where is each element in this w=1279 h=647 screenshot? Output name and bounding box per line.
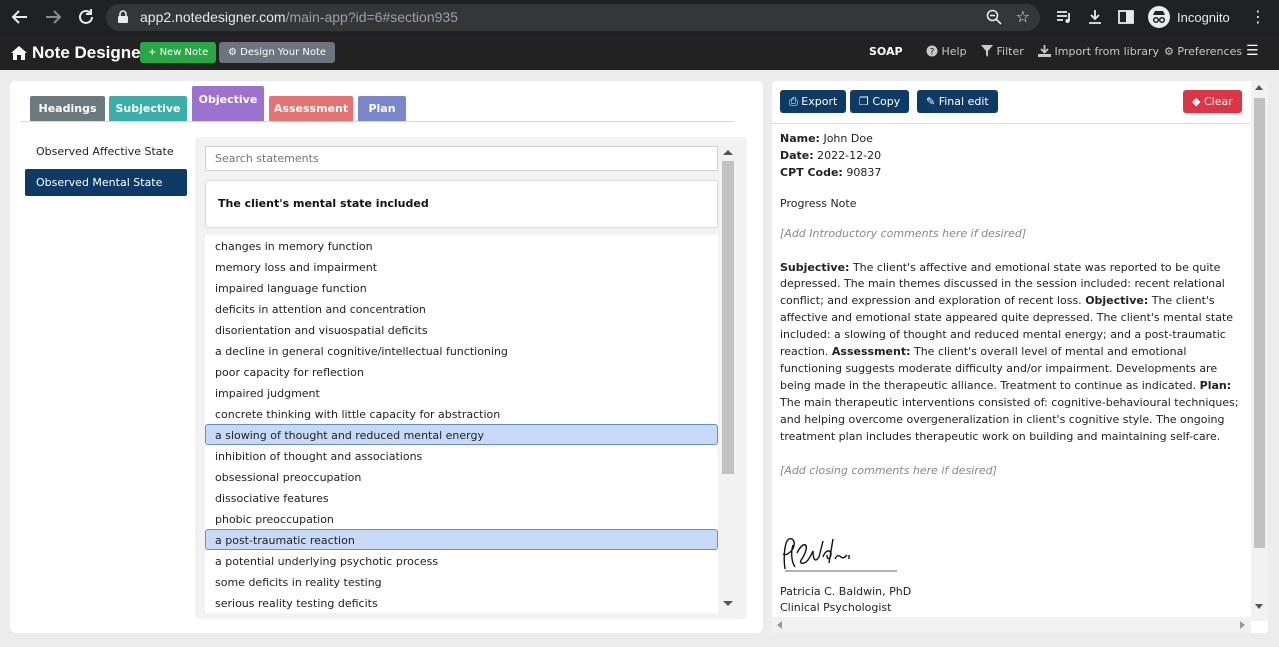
statement-item[interactable]: impaired judgment (205, 382, 718, 403)
zoom-icon[interactable] (986, 9, 1002, 25)
cogs-icon: ⚙ (228, 47, 241, 58)
statement-item[interactable]: a potential underlying psychotic process (205, 550, 718, 571)
statement-list: changes in memory function memory loss an… (205, 235, 718, 613)
statement-list-scrollbar[interactable] (721, 146, 735, 611)
statement-item[interactable]: disorientation and visuospatial deficits (205, 319, 718, 340)
help-icon: ? (926, 45, 938, 57)
tab-divider (20, 121, 734, 122)
closing-comments-placeholder[interactable]: [Add closing comments here if desired] (780, 463, 1246, 480)
kebab-menu-icon[interactable]: ⋮ (1250, 8, 1266, 26)
incognito-icon (1148, 6, 1170, 28)
search-input[interactable] (205, 146, 718, 171)
copy-button[interactable]: ❐ Copy (850, 90, 910, 113)
address-bar[interactable]: app2.notedesigner.com/main-app?id=6#sect… (106, 4, 1040, 31)
note-vertical-scrollbar[interactable] (1251, 81, 1268, 621)
back-arrow-icon[interactable] (9, 6, 31, 28)
clear-button[interactable]: ◆ Clear (1183, 90, 1242, 113)
note-paragraph: Subjective: The client's affective and e… (780, 260, 1239, 443)
soap-link[interactable]: SOAP (869, 45, 903, 58)
filter-icon (981, 45, 993, 57)
note-horizontal-scrollbar[interactable] (772, 617, 1251, 633)
statement-header: The client's mental state included (205, 180, 718, 228)
svg-text:?: ? (930, 47, 935, 57)
brand[interactable]: Note Designer (10, 43, 147, 63)
home-icon (11, 46, 27, 60)
scroll-left-arrow[interactable] (777, 621, 782, 629)
browser-toolbar: app2.notedesigner.com/main-app?id=6#sect… (0, 0, 1279, 35)
sidepanel-icon[interactable] (1117, 8, 1135, 26)
statement-item[interactable]: poor capacity for reflection (205, 361, 718, 382)
tab-plan[interactable]: Plan (358, 96, 406, 121)
statement-item[interactable]: concrete thinking with little capacity f… (205, 403, 718, 424)
download-icon[interactable] (1086, 8, 1104, 26)
edit-icon: ✎ (926, 95, 939, 108)
filter-link[interactable]: Filter (981, 45, 1024, 58)
statement-item[interactable]: dissociative features (205, 487, 718, 508)
scrollbar-thumb[interactable] (1254, 98, 1265, 548)
eraser-icon: ◆ (1192, 95, 1204, 108)
note-preview-panel: ⎙ Export ❐ Copy ✎ Final edit ◆ Clear Nam… (772, 81, 1268, 633)
profile-button[interactable]: Incognito (1148, 6, 1230, 28)
statement-builder-panel: Headings Subjective Objective Assessment… (10, 81, 763, 633)
help-link[interactable]: ? Help (926, 45, 967, 58)
import-from-library-link[interactable]: Import from library (1038, 45, 1159, 58)
statement-item[interactable]: a slowing of thought and reduced mental … (205, 424, 718, 445)
reload-icon[interactable] (75, 6, 97, 28)
profile-label: Incognito (1177, 9, 1230, 25)
scrollbar-thumb[interactable] (722, 161, 734, 474)
star-icon[interactable]: ☆ (1016, 7, 1030, 26)
note-body: Name: John Doe Date: 2022-12-20 CPT Code… (780, 131, 1246, 479)
copy-icon: ❐ (859, 95, 873, 108)
print-icon: ⎙ (789, 95, 802, 108)
tab-subjective[interactable]: Subjective (109, 96, 187, 121)
signature-image (782, 538, 897, 572)
scroll-up-arrow[interactable] (1255, 85, 1263, 90)
brand-name: Note Designer (32, 43, 148, 62)
design-your-note-button[interactable]: ⚙ Design Your Note (219, 42, 336, 63)
note-title: Progress Note (780, 196, 857, 210)
app-header: Note Designer + New Note ⚙ Design Your N… (0, 35, 1279, 70)
preferences-link[interactable]: ⚙ Preferences (1164, 45, 1242, 58)
signer-block: Patricia C. Baldwin, PhD Clinical Psycho… (780, 584, 911, 616)
scroll-up-arrow[interactable] (723, 150, 733, 155)
import-icon (1038, 45, 1051, 57)
toolbar-divider (772, 123, 1250, 124)
scroll-down-arrow[interactable] (723, 601, 733, 606)
signer-title: Clinical Psychologist (780, 601, 892, 614)
statement-item[interactable]: serious reality testing deficits (205, 592, 718, 613)
statement-item[interactable]: a decline in general cognitive/intellect… (205, 340, 718, 361)
category-observed-affective-state[interactable]: Observed Affective State (25, 138, 187, 165)
scroll-down-arrow[interactable] (1255, 604, 1263, 609)
statement-item[interactable]: obsessional preoccupation (205, 466, 718, 487)
statement-item[interactable]: phobic preoccupation (205, 508, 718, 529)
tab-objective[interactable]: Objective (192, 86, 264, 121)
media-control-icon[interactable] (1055, 8, 1073, 26)
statement-item[interactable]: changes in memory function (205, 235, 718, 256)
export-button[interactable]: ⎙ Export (780, 90, 847, 113)
forward-arrow-icon[interactable] (42, 6, 64, 28)
signer-name: Patricia C. Baldwin, PhD (780, 585, 912, 598)
statement-item[interactable]: deficits in attention and concentration (205, 298, 718, 319)
statement-list-container: The client's mental state included chang… (195, 137, 747, 619)
plus-icon: + (148, 47, 160, 58)
tab-assessment[interactable]: Assessment (269, 96, 353, 121)
statement-item[interactable]: some deficits in reality testing (205, 571, 718, 592)
statement-item[interactable]: impaired language function (205, 277, 718, 298)
statement-item[interactable]: memory loss and impairment (205, 256, 718, 277)
date-line: Date: 2022-12-20 (780, 148, 882, 162)
url-text: app2.notedesigner.com/main-app?id=6#sect… (140, 9, 458, 25)
name-line: Name: John Doe (780, 132, 873, 145)
cogs-icon: ⚙ (1164, 45, 1174, 58)
final-edit-button[interactable]: ✎ Final edit (917, 90, 998, 113)
tab-headings[interactable]: Headings (30, 96, 105, 121)
scroll-right-arrow[interactable] (1240, 621, 1245, 629)
statement-item[interactable]: inhibition of thought and associations (205, 445, 718, 466)
category-observed-mental-state[interactable]: Observed Mental State (25, 169, 187, 196)
statement-item[interactable]: a post-traumatic reaction (205, 529, 718, 550)
cpt-line: CPT Code: 90837 (780, 165, 882, 179)
hamburger-menu-icon[interactable]: ☰ (1246, 43, 1259, 59)
new-note-button[interactable]: + New Note (140, 42, 217, 63)
intro-comments-placeholder[interactable]: [Add Introductory comments here if desir… (780, 226, 1246, 243)
lock-icon (118, 10, 128, 23)
